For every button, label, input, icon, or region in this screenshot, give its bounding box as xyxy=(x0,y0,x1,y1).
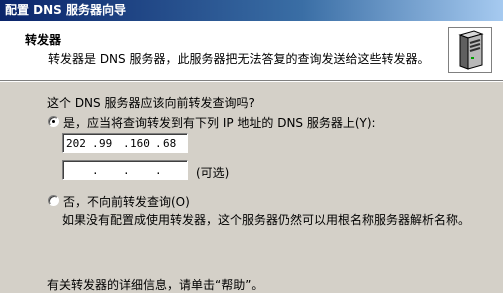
ip-dot: . xyxy=(123,164,130,177)
optional-label: (可选) xyxy=(196,166,230,180)
forward-yes-radio[interactable] xyxy=(48,116,59,127)
server-tower-icon xyxy=(448,27,492,73)
forward-no-label[interactable]: 否，不向前转发查询(O) xyxy=(63,193,190,210)
no-forwarder-description: 如果没有配置成使用转发器，这个服务器仍然可以用根名称服务器解析名称。 xyxy=(62,213,471,227)
ip-address-field-secondary[interactable]: . . . xyxy=(62,160,188,180)
ip-address-field-primary[interactable]: 202 . 99 . 160 . 68 xyxy=(62,133,188,153)
title-bar: 配置 DNS 服务器向导 xyxy=(0,0,503,21)
forward-question: 这个 DNS 服务器应该向前转发查询吗? xyxy=(47,96,255,110)
ip-dot: . xyxy=(155,164,162,177)
forward-yes-label[interactable]: 是，应当将查询转发到有下列 IP 地址的 DNS 服务器上(Y): xyxy=(63,114,376,131)
forward-no-radio[interactable] xyxy=(48,195,59,206)
ip-octet-3[interactable]: 160 xyxy=(130,137,150,150)
ip-octet-4[interactable]: 68 xyxy=(163,137,176,150)
window-title: 配置 DNS 服务器向导 xyxy=(5,3,127,17)
radio-selected-dot xyxy=(52,120,55,123)
ip-dot: . xyxy=(92,164,99,177)
ip-dot: . xyxy=(92,137,99,150)
ip-octet-2[interactable]: 99 xyxy=(99,137,112,150)
header-separator-highlight xyxy=(0,81,503,82)
page-subtitle: 转发器是 DNS 服务器，此服务器把无法答复的查询发送给这些转发器。 xyxy=(48,52,430,66)
ip-dot: . xyxy=(123,137,130,150)
help-hint: 有关转发器的详细信息，请单击“帮助”。 xyxy=(47,278,264,292)
ip-octet-1[interactable]: 202 xyxy=(66,137,86,150)
page-title: 转发器 xyxy=(25,33,62,47)
wizard-header: 转发器 转发器是 DNS 服务器，此服务器把无法答复的查询发送给这些转发器。 xyxy=(0,21,503,80)
ip-dot: . xyxy=(155,137,162,150)
